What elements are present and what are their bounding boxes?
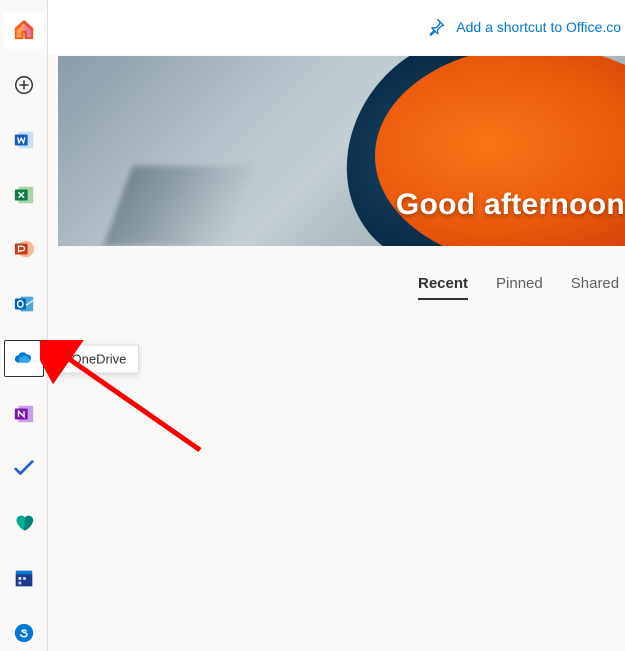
home-icon	[13, 19, 35, 41]
powerpoint-icon	[13, 238, 35, 260]
add-shortcut-label: Add a shortcut to Office.co	[456, 19, 621, 35]
tab-recent[interactable]: Recent	[418, 275, 468, 300]
todo-icon	[13, 457, 35, 479]
greeting-text: Good afternoon	[396, 188, 625, 222]
topbar: Add a shortcut to Office.co	[48, 0, 625, 54]
sidebar-item-outlook[interactable]	[4, 286, 44, 323]
word-icon	[13, 129, 35, 151]
hero-art-accent	[103, 166, 252, 246]
pin-icon	[426, 17, 446, 37]
sidebar-item-create[interactable]	[4, 67, 44, 104]
content-tabs: Recent Pinned Shared	[418, 275, 625, 300]
skype-icon	[13, 622, 35, 644]
onenote-icon	[13, 403, 35, 425]
heart-icon	[13, 512, 35, 534]
sidebar-item-family[interactable]	[4, 505, 44, 542]
app-sidebar: OneDrive	[0, 0, 48, 651]
excel-icon	[13, 184, 35, 206]
onedrive-tooltip: OneDrive	[59, 344, 140, 373]
sidebar-item-onenote[interactable]	[4, 395, 44, 432]
outlook-icon	[13, 293, 35, 315]
sidebar-item-word[interactable]	[4, 121, 44, 158]
tab-pinned[interactable]: Pinned	[496, 275, 543, 300]
sidebar-item-skype[interactable]	[4, 614, 44, 651]
plus-circle-icon	[13, 74, 35, 96]
add-shortcut-link[interactable]: Add a shortcut to Office.co	[426, 17, 625, 37]
sidebar-item-powerpoint[interactable]	[4, 231, 44, 268]
sidebar-item-home[interactable]	[4, 12, 44, 49]
tab-shared[interactable]: Shared	[571, 275, 619, 300]
calendar-icon	[13, 567, 35, 589]
onedrive-icon	[13, 348, 35, 370]
hero-banner: Good afternoon	[58, 56, 625, 246]
sidebar-item-onedrive[interactable]: OneDrive	[4, 340, 44, 377]
sidebar-item-excel[interactable]	[4, 176, 44, 213]
sidebar-item-todo[interactable]	[4, 450, 44, 487]
sidebar-item-calendar[interactable]	[4, 560, 44, 597]
